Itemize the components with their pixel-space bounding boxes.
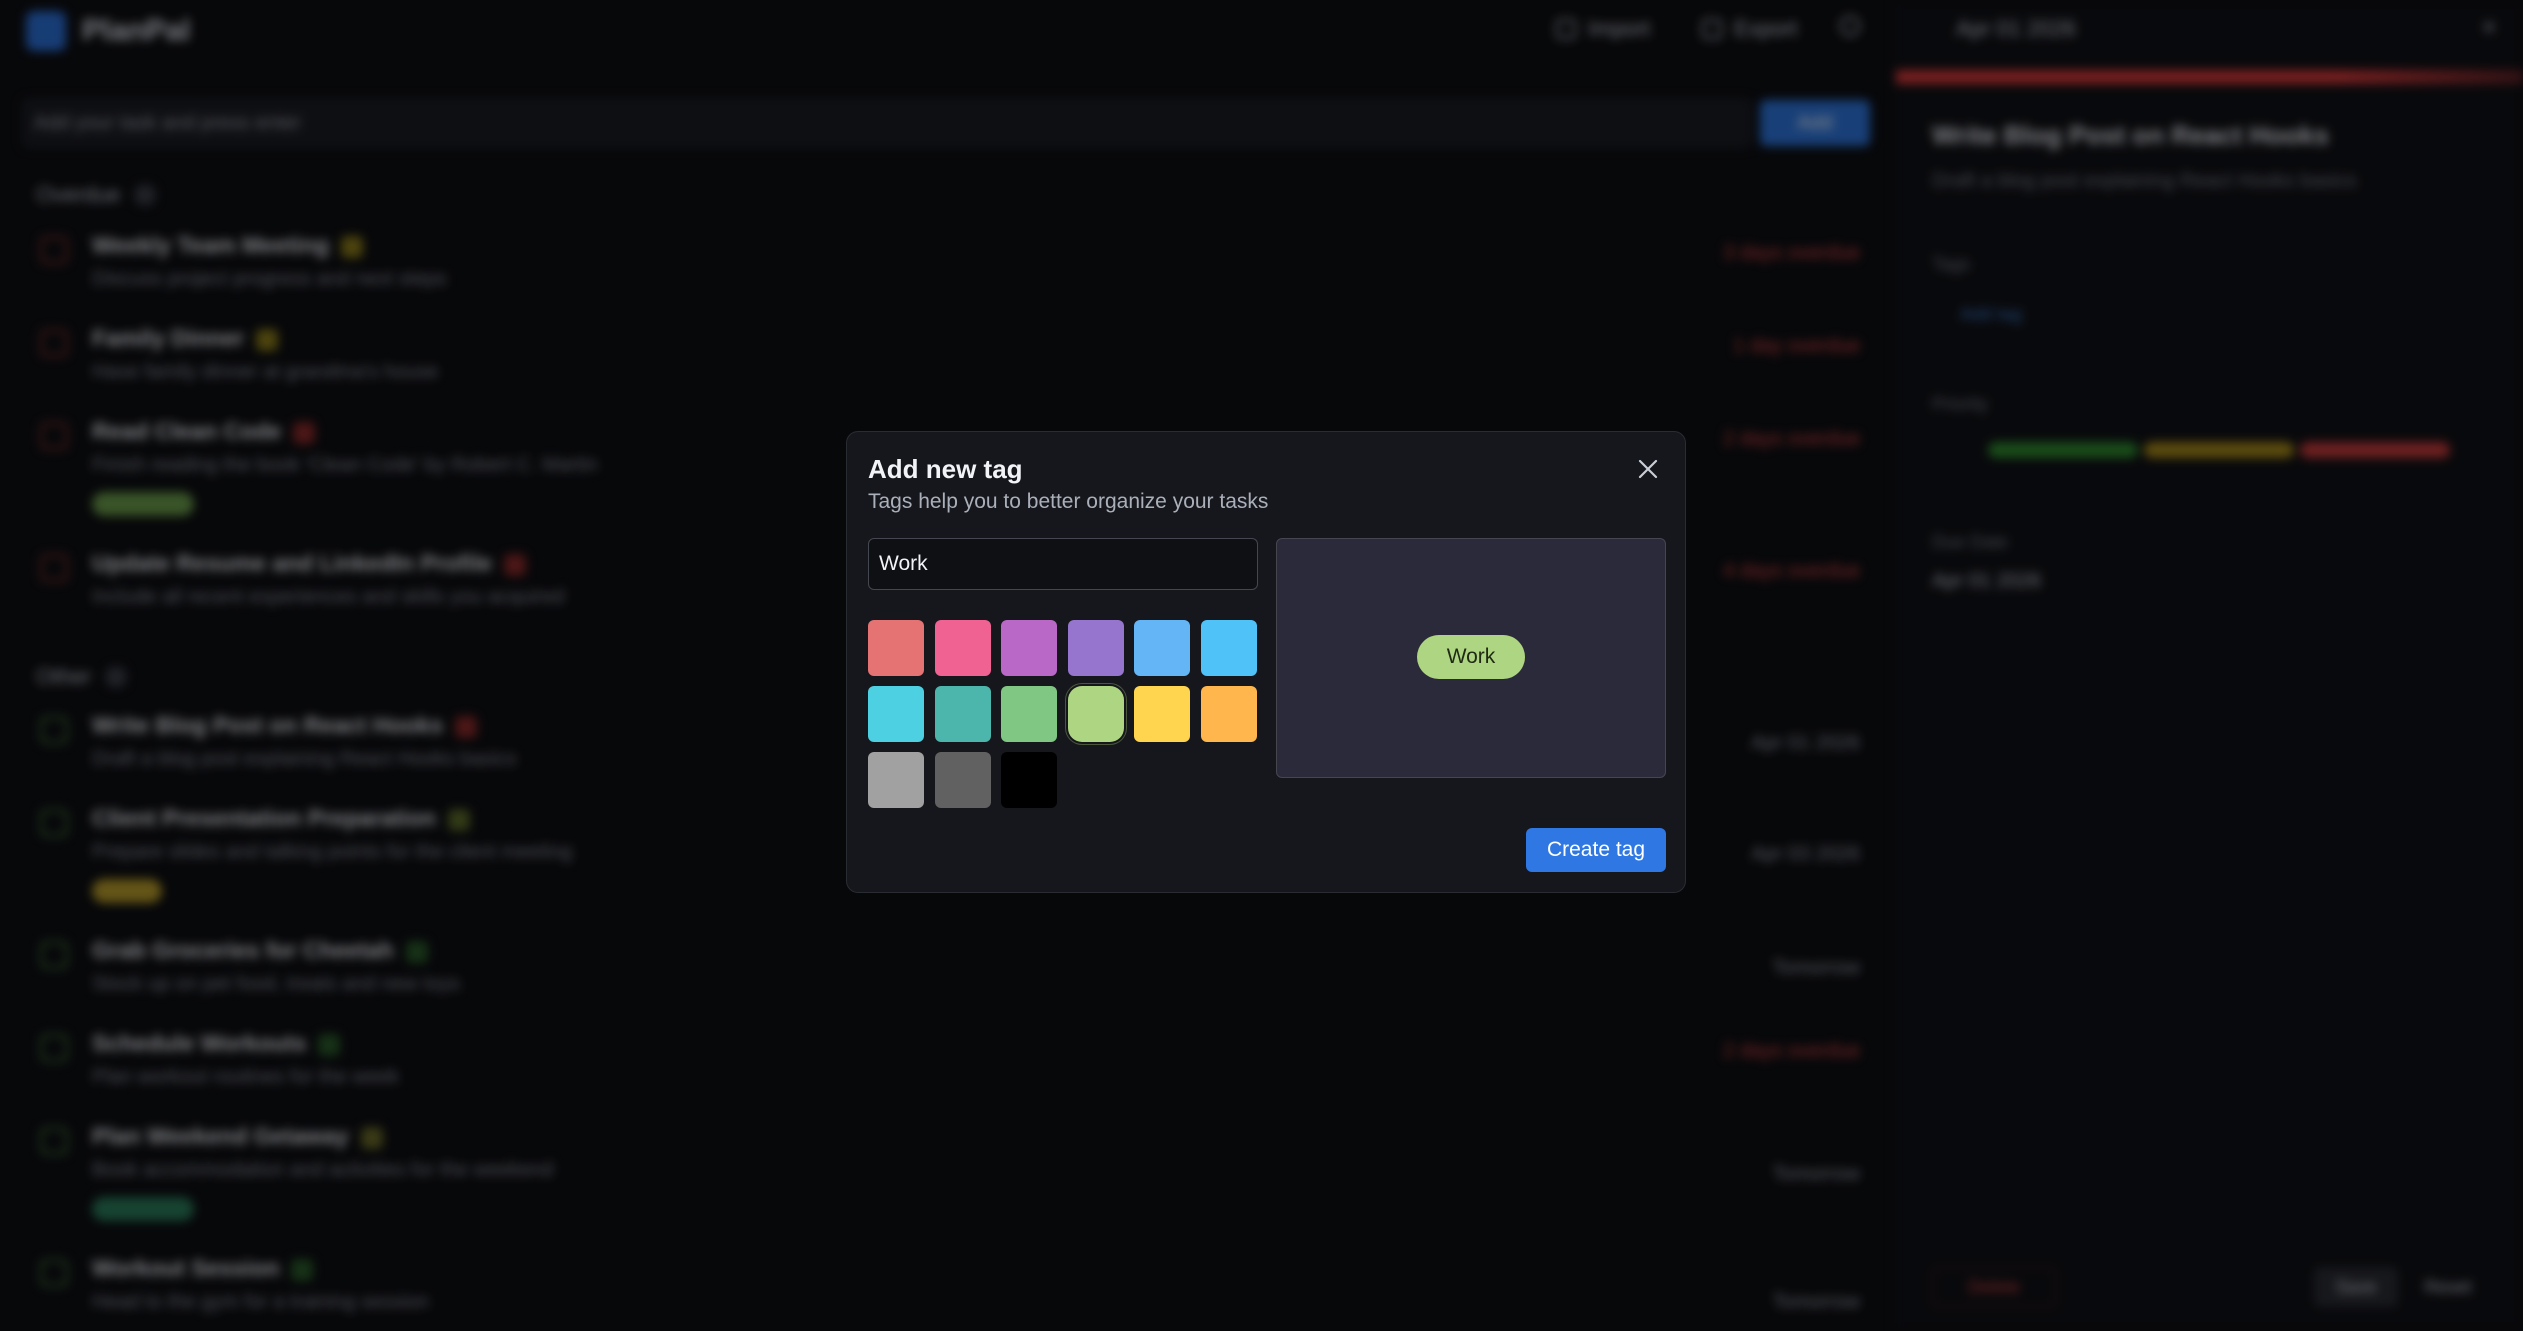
tag-preview: Work	[1276, 538, 1666, 778]
close-icon-glyph	[1638, 459, 1658, 479]
color-swatch[interactable]	[1001, 752, 1057, 808]
color-swatch[interactable]	[1001, 620, 1057, 676]
color-swatch[interactable]	[935, 620, 991, 676]
color-swatch[interactable]	[935, 752, 991, 808]
color-swatch[interactable]	[1068, 620, 1124, 676]
color-swatch[interactable]	[1001, 686, 1057, 742]
color-swatch[interactable]	[1068, 686, 1124, 742]
color-swatch[interactable]	[1201, 686, 1257, 742]
dialog-subtitle: Tags help you to better organize your ta…	[868, 490, 1269, 513]
color-swatch[interactable]	[1134, 686, 1190, 742]
add-tag-dialog: Add new tag Tags help you to better orga…	[846, 431, 1686, 893]
color-swatch[interactable]	[868, 752, 924, 808]
preview-tag-chip: Work	[1417, 635, 1525, 679]
color-swatch[interactable]	[1201, 620, 1257, 676]
color-swatch[interactable]	[935, 686, 991, 742]
color-swatch[interactable]	[868, 686, 924, 742]
color-swatch[interactable]	[868, 620, 924, 676]
color-swatch[interactable]	[1134, 620, 1190, 676]
dialog-title: Add new tag	[868, 454, 1023, 484]
close-icon[interactable]	[1631, 452, 1665, 486]
tag-name-input[interactable]	[868, 538, 1258, 590]
create-tag-button[interactable]: Create tag	[1526, 828, 1666, 872]
